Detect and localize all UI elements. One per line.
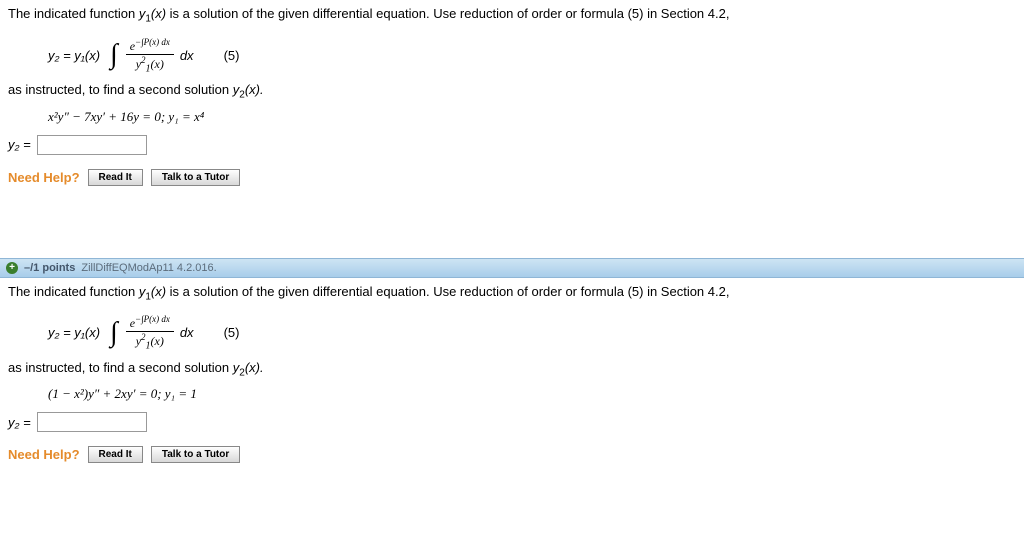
prompt-post: is a solution of the given differential … — [166, 284, 729, 299]
formula-lhs: y₂ = y₁(x) — [48, 325, 100, 340]
dx: dx — [180, 48, 194, 63]
need-help-label: Need Help? — [8, 447, 80, 462]
denominator: y21(x) — [132, 332, 168, 351]
instr-x: (x). — [245, 360, 264, 375]
question-source: ZillDiffEQModAp11 4.2.016. — [81, 262, 216, 274]
points-bar: + –/1 points ZillDiffEQModAp11 4.2.016. — [0, 258, 1024, 278]
instr-x: (x). — [245, 82, 264, 97]
dx: dx — [180, 325, 194, 340]
numerator: e−∫P(x) dx — [126, 314, 174, 332]
differential-equation: (1 − x²)y″ + 2xy′ = 0; y₁ = 1 — [48, 386, 1016, 402]
prompt-text: The indicated function y1(x) is a soluti… — [8, 282, 1016, 305]
answer-input[interactable] — [37, 412, 147, 432]
answer-label: y₂ = — [8, 415, 31, 430]
prompt-text: The indicated function y1(x) is a soluti… — [8, 4, 1016, 27]
talk-tutor-button[interactable]: Talk to a Tutor — [151, 446, 240, 463]
prompt-pre: The indicated function — [8, 6, 139, 21]
prompt-pre: The indicated function — [8, 284, 139, 299]
fraction: e−∫P(x) dx y21(x) — [126, 37, 174, 74]
read-it-button[interactable]: Read It — [88, 169, 143, 186]
prompt-post: is a solution of the given differential … — [166, 6, 729, 21]
prompt-x: (x) — [151, 284, 166, 299]
numerator: e−∫P(x) dx — [126, 37, 174, 55]
formula: y₂ = y₁(x) ∫ e−∫P(x) dx y21(x) dx (5) — [48, 314, 1016, 351]
points-text: –/1 points — [24, 262, 75, 274]
formula-lhs: y₂ = y₁(x) — [48, 48, 100, 63]
answer-row: y₂ = — [8, 135, 1016, 155]
prompt-x: (x) — [151, 6, 166, 21]
answer-label: y₂ = — [8, 137, 31, 152]
read-it-button[interactable]: Read It — [88, 446, 143, 463]
instr-pre: as instructed, to find a second solution — [8, 82, 233, 97]
answer-input[interactable] — [37, 135, 147, 155]
instruction: as instructed, to find a second solution… — [8, 360, 1016, 379]
help-row: Need Help? Read It Talk to a Tutor — [8, 169, 1016, 186]
question-2: The indicated function y1(x) is a soluti… — [0, 278, 1024, 476]
eq-number: (5) — [224, 48, 240, 63]
need-help-label: Need Help? — [8, 170, 80, 185]
instr-pre: as instructed, to find a second solution — [8, 360, 233, 375]
expand-icon[interactable]: + — [6, 262, 18, 274]
eq-number: (5) — [224, 325, 240, 340]
differential-equation: x²y″ − 7xy′ + 16y = 0; y₁ = x⁴ — [48, 109, 1016, 125]
talk-tutor-button[interactable]: Talk to a Tutor — [151, 169, 240, 186]
help-row: Need Help? Read It Talk to a Tutor — [8, 446, 1016, 463]
fraction: e−∫P(x) dx y21(x) — [126, 314, 174, 351]
answer-row: y₂ = — [8, 412, 1016, 432]
question-1: The indicated function y1(x) is a soluti… — [0, 0, 1024, 198]
formula: y₂ = y₁(x) ∫ e−∫P(x) dx y21(x) dx (5) — [48, 37, 1016, 74]
denominator: y21(x) — [132, 55, 168, 74]
integral-icon: ∫ — [110, 322, 118, 344]
instruction: as instructed, to find a second solution… — [8, 82, 1016, 101]
integral-icon: ∫ — [110, 44, 118, 66]
